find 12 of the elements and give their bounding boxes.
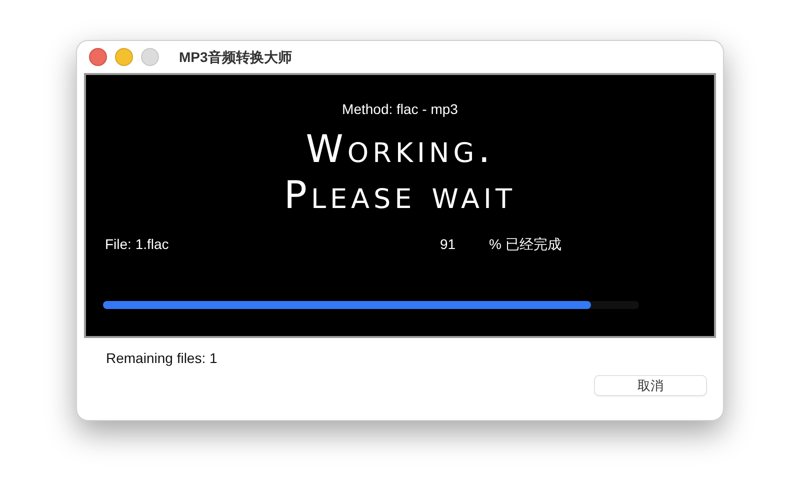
- file-label: File: 1.flac: [105, 235, 170, 254]
- cancel-button[interactable]: 取消: [594, 375, 707, 396]
- status-heading: Working.: [306, 126, 494, 172]
- zoom-button[interactable]: [141, 48, 159, 66]
- percent-value: 91: [440, 235, 457, 254]
- percent-label: % 已经完成: [489, 235, 562, 254]
- minimize-button[interactable]: [115, 48, 133, 66]
- window-title: MP3音频转换大师: [179, 48, 292, 66]
- close-button[interactable]: [89, 48, 107, 66]
- method-label: Method: flac - mp3: [342, 100, 458, 119]
- remaining-files-label: Remaining files: 1: [106, 350, 218, 366]
- status-heading: Please wait: [284, 172, 516, 218]
